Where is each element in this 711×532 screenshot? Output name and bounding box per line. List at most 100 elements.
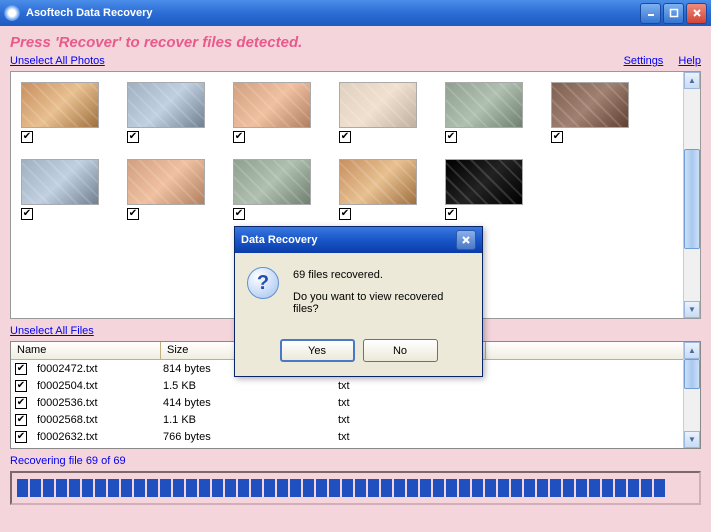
file-checkbox[interactable]: ✔ — [15, 363, 27, 375]
progress-segment — [342, 479, 353, 497]
scroll-track[interactable] — [684, 89, 700, 301]
photo-checkbox[interactable]: ✔ — [127, 208, 139, 220]
file-size: 766 bytes — [157, 430, 332, 444]
file-checkbox[interactable]: ✔ — [15, 414, 27, 426]
photo-thumbnail[interactable] — [233, 159, 311, 205]
progress-segment — [355, 479, 366, 497]
progress-segment — [17, 479, 28, 497]
photo-item[interactable]: ✔ — [445, 159, 523, 220]
file-name: f0002504.txt — [31, 379, 157, 393]
photo-thumbnail[interactable] — [339, 159, 417, 205]
scroll-thumb[interactable] — [684, 359, 700, 389]
scroll-up-button[interactable]: ▲ — [684, 72, 700, 89]
file-scrollbar[interactable]: ▲ ▼ — [683, 342, 700, 448]
table-row[interactable]: ✔f0002568.txt1.1 KBtxt — [11, 411, 700, 428]
progress-segment — [537, 479, 548, 497]
dialog-body: ? 69 files recovered. Do you want to vie… — [235, 253, 482, 333]
yes-button[interactable]: Yes — [280, 339, 355, 362]
photo-item[interactable]: ✔ — [445, 82, 523, 143]
photo-thumbnail[interactable] — [339, 82, 417, 128]
close-button[interactable] — [686, 3, 707, 24]
scroll-down-button[interactable]: ▼ — [684, 431, 700, 448]
photo-checkbox[interactable]: ✔ — [233, 208, 245, 220]
top-link-row: Unselect All Photos Settings Help — [10, 55, 701, 67]
photo-checkbox[interactable]: ✔ — [21, 208, 33, 220]
photo-checkbox[interactable]: ✔ — [551, 131, 563, 143]
photo-item[interactable]: ✔ — [21, 82, 99, 143]
photo-checkbox[interactable]: ✔ — [21, 131, 33, 143]
photo-thumbnail[interactable] — [21, 82, 99, 128]
scroll-thumb[interactable] — [684, 149, 700, 249]
progress-segment — [186, 479, 197, 497]
dialog-text: 69 files recovered. Do you want to view … — [293, 267, 470, 325]
table-row[interactable]: ✔f0002632.txt766 bytestxt — [11, 428, 700, 445]
file-name: f0002472.txt — [31, 362, 157, 376]
progress-segment — [264, 479, 275, 497]
photo-checkbox[interactable]: ✔ — [445, 208, 457, 220]
photo-thumbnail[interactable] — [127, 159, 205, 205]
photo-item[interactable]: ✔ — [551, 82, 629, 143]
main-area: Press 'Recover' to recover files detecte… — [0, 26, 711, 532]
photo-checkbox[interactable]: ✔ — [127, 131, 139, 143]
dialog-buttons: Yes No — [235, 333, 482, 376]
file-checkbox[interactable]: ✔ — [15, 397, 27, 409]
photo-checkbox[interactable]: ✔ — [233, 131, 245, 143]
progress-segment — [381, 479, 392, 497]
photo-item[interactable]: ✔ — [21, 159, 99, 220]
file-size: 1.5 KB — [157, 379, 332, 393]
photo-item[interactable]: ✔ — [233, 159, 311, 220]
dialog-close-button[interactable] — [456, 230, 476, 250]
help-link[interactable]: Help — [678, 55, 701, 67]
photo-thumbnail[interactable] — [551, 82, 629, 128]
dialog-line1: 69 files recovered. — [293, 269, 470, 281]
unselect-files-link[interactable]: Unselect All Files — [10, 325, 94, 337]
photo-checkbox[interactable]: ✔ — [445, 131, 457, 143]
window-title: Asoftech Data Recovery — [26, 7, 638, 19]
photo-scrollbar[interactable]: ▲ ▼ — [683, 72, 700, 318]
progress-segment — [628, 479, 639, 497]
settings-link[interactable]: Settings — [624, 55, 664, 67]
progress-segment — [95, 479, 106, 497]
progress-segment — [472, 479, 483, 497]
photo-item[interactable]: ✔ — [127, 159, 205, 220]
progress-segment — [199, 479, 210, 497]
minimize-button[interactable] — [640, 3, 661, 24]
progress-segment — [43, 479, 54, 497]
photo-item[interactable]: ✔ — [339, 159, 417, 220]
progress-segment — [485, 479, 496, 497]
dialog-line2: Do you want to view recovered files? — [293, 291, 470, 315]
photo-thumbnail[interactable] — [127, 82, 205, 128]
no-button[interactable]: No — [363, 339, 438, 362]
progress-segment — [316, 479, 327, 497]
progress-segment — [654, 479, 665, 497]
progress-segment — [394, 479, 405, 497]
maximize-button[interactable] — [663, 3, 684, 24]
file-checkbox[interactable]: ✔ — [15, 380, 27, 392]
photo-thumbnail[interactable] — [21, 159, 99, 205]
photo-thumbnail[interactable] — [445, 82, 523, 128]
photo-item[interactable]: ✔ — [339, 82, 417, 143]
photo-item[interactable]: ✔ — [127, 82, 205, 143]
photo-thumbnail[interactable] — [233, 82, 311, 128]
progress-segment — [160, 479, 171, 497]
scroll-track[interactable] — [684, 359, 700, 431]
progress-segment — [82, 479, 93, 497]
photo-checkbox[interactable]: ✔ — [339, 208, 351, 220]
progress-segment — [433, 479, 444, 497]
recovery-dialog: Data Recovery ? 69 files recovered. Do y… — [234, 226, 483, 377]
progress-segment — [30, 479, 41, 497]
progress-segment — [277, 479, 288, 497]
photo-checkbox[interactable]: ✔ — [339, 131, 351, 143]
photo-item[interactable]: ✔ — [233, 82, 311, 143]
file-checkbox[interactable]: ✔ — [15, 431, 27, 443]
scroll-down-button[interactable]: ▼ — [684, 301, 700, 318]
table-row[interactable]: ✔f0002504.txt1.5 KBtxt — [11, 377, 700, 394]
unselect-photos-link[interactable]: Unselect All Photos — [10, 55, 105, 67]
progress-segment — [589, 479, 600, 497]
scroll-up-button[interactable]: ▲ — [684, 342, 700, 359]
col-header-name[interactable]: Name — [11, 342, 161, 359]
table-row[interactable]: ✔f0002536.txt414 bytestxt — [11, 394, 700, 411]
file-ext: txt — [332, 413, 482, 427]
progress-segment — [459, 479, 470, 497]
photo-thumbnail[interactable] — [445, 159, 523, 205]
